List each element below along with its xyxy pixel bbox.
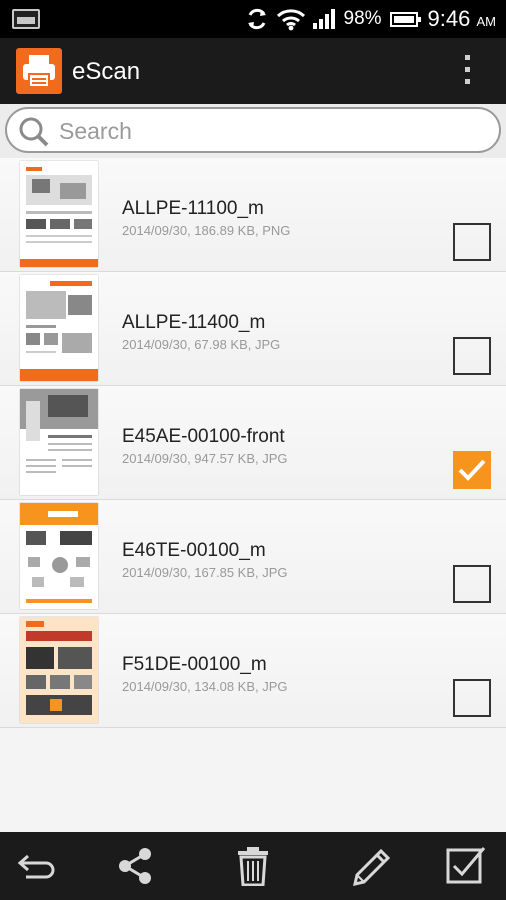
file-meta: 2014/09/30, 67.98 KB, JPG	[122, 337, 281, 352]
clock-ampm: AM	[476, 14, 497, 29]
back-button[interactable]	[16, 846, 60, 886]
sync-icon	[247, 8, 266, 30]
file-thumbnail	[20, 275, 98, 381]
file-row[interactable]: E45AE-00100-front 2014/09/30, 947.57 KB,…	[0, 386, 506, 500]
search-box[interactable]	[5, 107, 501, 153]
app-logo[interactable]	[16, 48, 62, 94]
file-name: ALLPE-11100_m	[122, 198, 264, 219]
clock: 9:46 AM	[428, 6, 496, 32]
file-meta: 2014/09/30, 186.89 KB, PNG	[122, 223, 291, 238]
search-input[interactable]	[57, 114, 481, 148]
battery-icon	[389, 11, 421, 27]
file-checkbox[interactable]	[453, 679, 491, 717]
gallery-notification-icon	[12, 9, 40, 29]
overflow-menu-button[interactable]	[458, 52, 478, 88]
battery-percent: 98%	[343, 8, 382, 29]
app-title: eScan	[72, 58, 141, 85]
edit-icon	[353, 848, 391, 886]
file-row[interactable]: ALLPE-11400_m 2014/09/30, 67.98 KB, JPG	[0, 272, 506, 386]
back-icon	[17, 854, 55, 879]
delete-button[interactable]	[231, 846, 275, 887]
file-meta: 2014/09/30, 947.57 KB, JPG	[122, 451, 288, 466]
file-name: ALLPE-11400_m	[122, 312, 266, 333]
share-button[interactable]	[113, 846, 157, 886]
share-icon	[119, 848, 151, 884]
app-bar: eScan	[0, 38, 506, 104]
file-name: E45AE-00100-front	[122, 426, 285, 447]
printer-icon	[23, 55, 55, 88]
file-meta: 2014/09/30, 167.85 KB, JPG	[122, 565, 288, 580]
file-checkbox[interactable]	[453, 451, 491, 489]
file-checkbox[interactable]	[453, 565, 491, 603]
check-icon	[458, 459, 486, 481]
search-bar	[0, 104, 506, 158]
status-bar: 98% 9:46 AM	[0, 0, 506, 38]
edit-button[interactable]	[349, 846, 393, 886]
file-checkbox[interactable]	[453, 337, 491, 375]
select-all-icon	[446, 847, 486, 884]
file-name: F51DE-00100_m	[122, 654, 267, 675]
bottom-toolbar	[0, 832, 506, 900]
signal-icon	[312, 9, 335, 29]
file-thumbnail	[20, 389, 98, 495]
wifi-icon	[276, 9, 305, 31]
file-thumbnail	[20, 503, 98, 609]
file-row[interactable]: F51DE-00100_m 2014/09/30, 134.08 KB, JPG	[0, 614, 506, 728]
select-all-button[interactable]	[444, 846, 488, 886]
trash-icon	[238, 847, 268, 887]
file-meta: 2014/09/30, 134.08 KB, JPG	[122, 679, 288, 694]
file-list: ALLPE-11100_m 2014/09/30, 186.89 KB, PNG…	[0, 158, 506, 728]
file-thumbnail	[20, 161, 98, 267]
file-checkbox[interactable]	[453, 223, 491, 261]
clock-time: 9:46	[427, 6, 471, 31]
file-name: E46TE-00100_m	[122, 540, 266, 561]
file-row[interactable]: E46TE-00100_m 2014/09/30, 167.85 KB, JPG	[0, 500, 506, 614]
file-row[interactable]: ALLPE-11100_m 2014/09/30, 186.89 KB, PNG	[0, 158, 506, 272]
file-thumbnail	[20, 617, 98, 723]
search-icon	[19, 117, 49, 147]
